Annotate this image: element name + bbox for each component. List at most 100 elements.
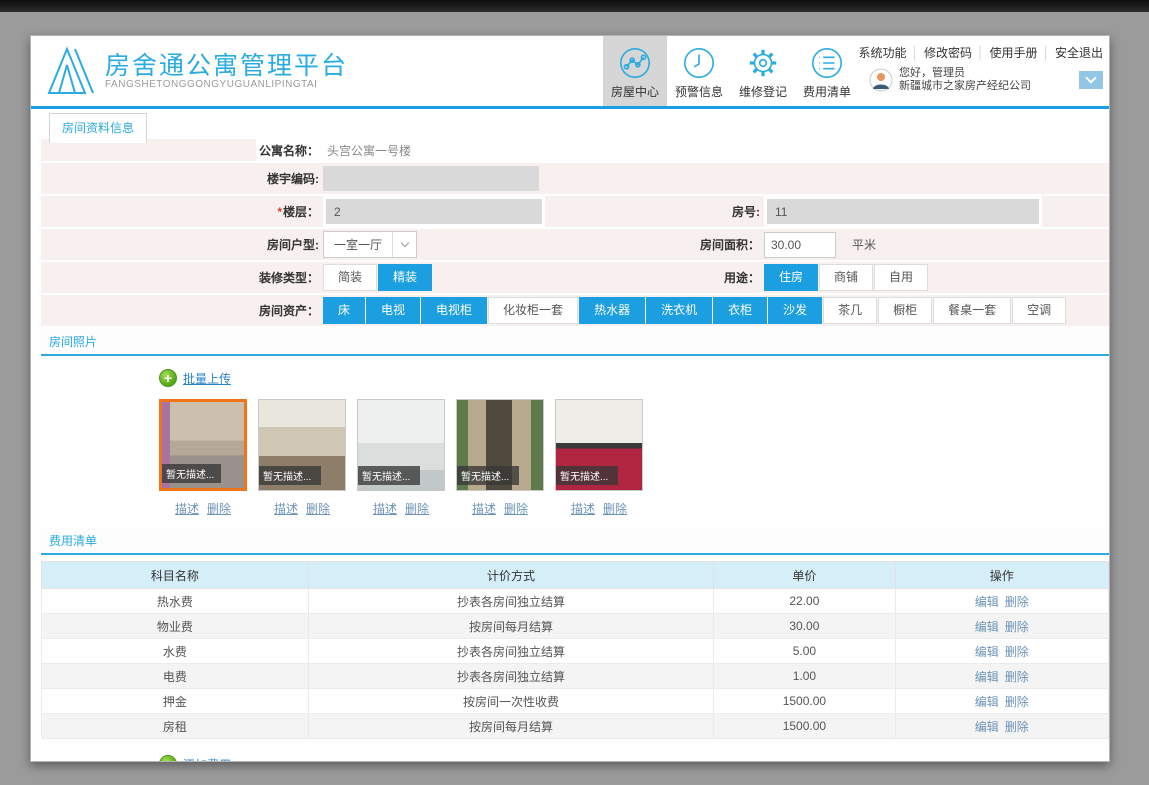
photo-delete-link[interactable]: 删除 (207, 502, 231, 516)
room-photo-corridor[interactable]: 暂无描述... (456, 399, 544, 491)
room-info-form: 公寓名称： 头宫公寓一号楼 楼宇编码: *楼层： 房号: 房间户型: (41, 139, 1109, 328)
fee-edit-link[interactable]: 编辑 (975, 695, 999, 709)
fee-price: 22.00 (713, 588, 896, 614)
photo-desc-link[interactable]: 描述 (274, 502, 298, 516)
fee-pricing: 按房间一次性收费 (307, 688, 715, 714)
fee-delete-link[interactable]: 删除 (1005, 620, 1029, 634)
asset-option[interactable]: 衣柜 (713, 297, 768, 324)
fee-edit-link[interactable]: 编辑 (975, 670, 999, 684)
assets-label: 房间资产： (258, 304, 319, 318)
fee-edit-link[interactable]: 编辑 (975, 620, 999, 634)
separator: │ (976, 45, 985, 60)
fee-col-header: 单价 (713, 561, 896, 589)
system-link[interactable]: 安全退出 (1055, 44, 1103, 61)
asset-option[interactable]: 电视 (366, 297, 421, 324)
nav-item-gear[interactable]: 维修登记 (731, 36, 795, 106)
asset-option[interactable]: 茶几 (823, 297, 878, 324)
batch-upload-link[interactable]: 批量上传 (183, 370, 231, 387)
tab-room-info[interactable]: 房间资料信息 (49, 113, 148, 143)
photos-section-title: 房间照片 (41, 328, 1109, 356)
photo-caption: 暂无描述... (556, 466, 618, 485)
fee-row: 电费 抄表各房间独立结算 1.00 编辑 删除 (41, 663, 1109, 689)
usage-option[interactable]: 住房 (764, 264, 819, 291)
photo-delete-link[interactable]: 删除 (306, 502, 330, 516)
photo-caption: 暂无描述... (259, 466, 321, 485)
asset-option[interactable]: 橱柜 (878, 297, 933, 324)
gear-icon (746, 46, 780, 80)
photo-block: 暂无描述... 描述 删除 (159, 399, 247, 517)
fee-delete-link[interactable]: 删除 (1005, 670, 1029, 684)
user-menu-toggle[interactable] (1079, 71, 1103, 89)
asset-option[interactable]: 电视柜 (421, 297, 488, 324)
fee-ops: 编辑 删除 (894, 588, 1109, 614)
system-link[interactable]: 使用手册 (989, 44, 1037, 61)
user-company: 新疆城市之家房产经纪公司 (899, 80, 1031, 92)
photo-desc-link[interactable]: 描述 (175, 502, 199, 516)
fee-edit-link[interactable]: 编辑 (975, 720, 999, 734)
main-nav: 房屋中心 预警信息 维修登记 费用清单 (603, 36, 859, 106)
asset-option[interactable]: 热水器 (579, 297, 646, 324)
room-type-label: 房间户型: (267, 238, 319, 252)
room-no-field[interactable] (767, 199, 1039, 224)
usage-option[interactable]: 自用 (874, 264, 929, 291)
building-code-field[interactable] (323, 166, 539, 191)
asset-option[interactable]: 床 (323, 297, 366, 324)
fee-name: 房租 (41, 713, 309, 739)
nav-item-clock[interactable]: 预警信息 (667, 36, 731, 106)
fee-delete-link[interactable]: 删除 (1005, 720, 1029, 734)
asset-option[interactable]: 化妆柜一套 (488, 297, 579, 324)
fee-delete-link[interactable]: 删除 (1005, 695, 1029, 709)
photo-desc-link[interactable]: 描述 (373, 502, 397, 516)
room-photo-bath[interactable]: 暂无描述... (357, 399, 445, 491)
photo-caption: 暂无描述... (162, 464, 222, 483)
usage-option[interactable]: 商铺 (819, 264, 874, 291)
fee-edit-link[interactable]: 编辑 (975, 595, 999, 609)
fee-price: 1500.00 (713, 688, 896, 714)
nav-item-list[interactable]: 费用清单 (795, 36, 859, 106)
fee-delete-link[interactable]: 删除 (1005, 645, 1029, 659)
asset-option[interactable]: 洗衣机 (646, 297, 713, 324)
area-field[interactable] (764, 231, 836, 258)
room-photo-living[interactable]: 暂无描述... (159, 399, 247, 491)
apartment-name-label: 公寓名称： (258, 143, 319, 158)
user-info: 您好，管理员 新疆城市之家房产经纪公司 (869, 67, 1103, 93)
user-greeting: 您好，管理员 (899, 67, 965, 79)
decoration-options: 简装 精装 (323, 264, 433, 291)
photo-delete-link[interactable]: 删除 (603, 502, 627, 516)
add-fee-link[interactable]: 添加费用 (183, 756, 231, 762)
photo-delete-link[interactable]: 删除 (504, 502, 528, 516)
chevron-down-icon (1085, 72, 1097, 84)
decoration-option[interactable]: 精装 (378, 264, 433, 291)
asset-option[interactable]: 空调 (1012, 297, 1067, 324)
fee-delete-link[interactable]: 删除 (1005, 595, 1029, 609)
usage-options: 住房 商铺 自用 (764, 264, 929, 291)
decoration-option[interactable]: 简装 (323, 264, 378, 291)
nav-item-chart[interactable]: 房屋中心 (603, 36, 667, 106)
fee-ops: 编辑 删除 (894, 713, 1109, 739)
room-type-select[interactable]: 一室一厅 (323, 231, 418, 258)
page-subtitle: FANGSHETONGGONGYUGUANLIPINGTAI (105, 78, 318, 90)
system-link[interactable]: 修改密码 (924, 44, 972, 61)
photo-delete-link[interactable]: 删除 (405, 502, 429, 516)
page-title: 房舍通公寓管理平台 (105, 51, 349, 80)
photo-desc-link[interactable]: 描述 (571, 502, 595, 516)
floor-field[interactable] (326, 199, 542, 224)
photo-block: 暂无描述... 描述 删除 (258, 399, 346, 517)
asset-option[interactable]: 沙发 (768, 297, 823, 324)
asset-option[interactable]: 餐桌一套 (933, 297, 1012, 324)
fee-edit-link[interactable]: 编辑 (975, 645, 999, 659)
system-link[interactable]: 系统功能 (858, 44, 906, 61)
system-links: 系统功能 │ 修改密码 │ 使用手册 │ 安全退出 (858, 44, 1103, 61)
app-logo: 房舍通公寓管理平台 FANGSHETONGGONGYUGUANLIPINGTAI (45, 36, 348, 106)
area-label: 房间面积： (699, 238, 760, 252)
fee-ops: 编辑 删除 (894, 613, 1109, 639)
photo-caption: 暂无描述... (358, 466, 420, 485)
fee-col-header: 科目名称 (41, 561, 309, 589)
photo-desc-link[interactable]: 描述 (472, 502, 496, 516)
building-code-label: 楼宇编码: (267, 172, 319, 186)
room-photo-bedroom[interactable]: 暂无描述... (258, 399, 346, 491)
room-photo-kitchen[interactable]: 暂无描述... (555, 399, 643, 491)
fee-pricing: 按房间每月结算 (307, 713, 715, 739)
fee-table: 科目名称 计价方式 单价 操作 热水费 抄表各房间独立结算 22.00 编辑 删除 物业费 按房间… (41, 561, 1109, 739)
tab-bar: 房间资料信息 (31, 109, 1109, 143)
